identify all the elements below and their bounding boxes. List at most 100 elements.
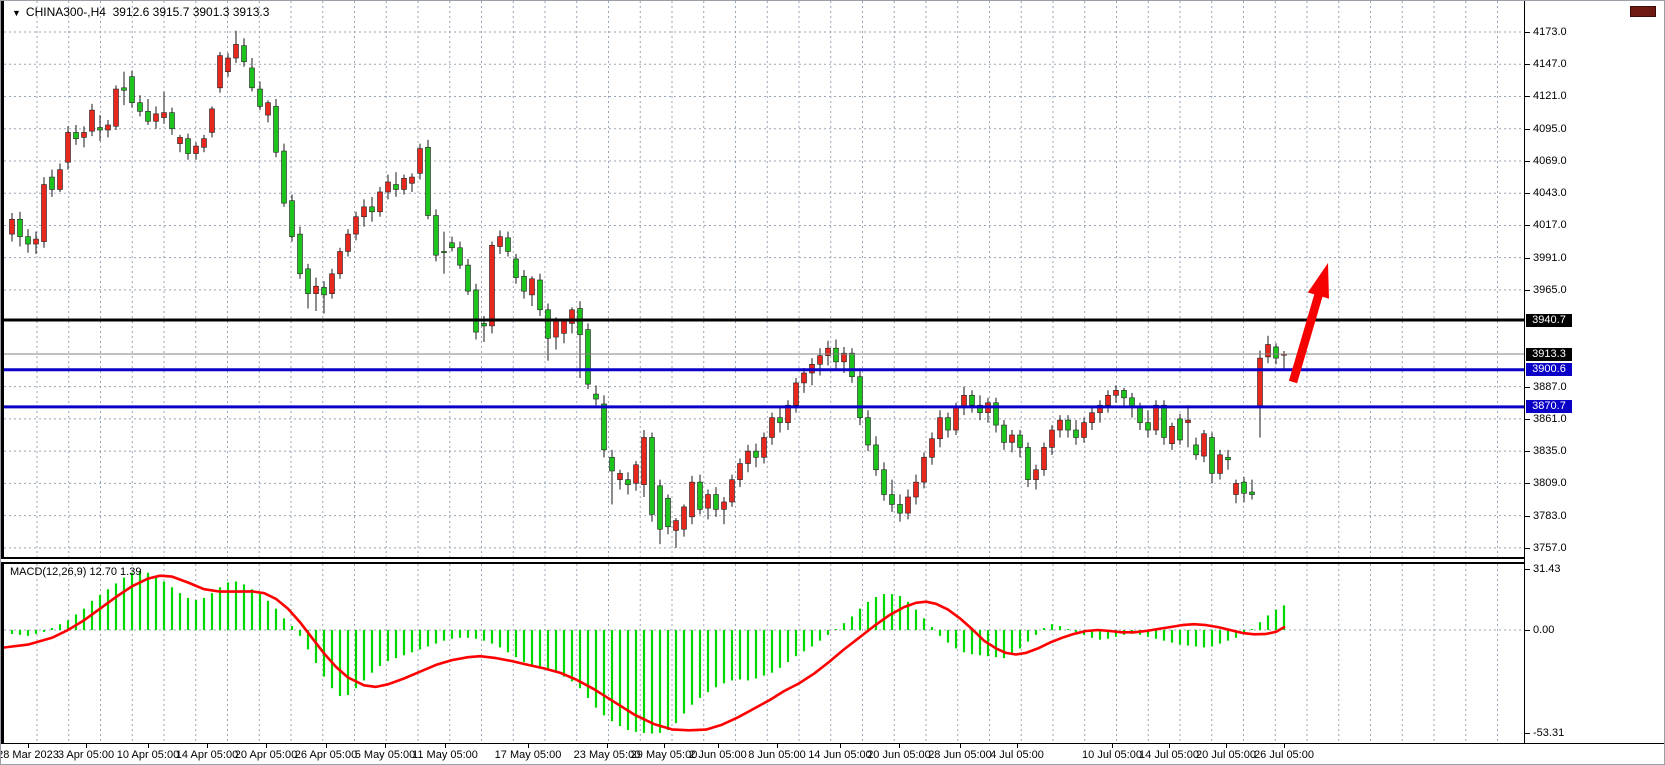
candle-bullish — [1106, 395, 1111, 405]
candle-bearish — [850, 353, 855, 377]
candle-bearish — [1066, 420, 1071, 430]
time-label: 26 Apr 05:00 — [295, 749, 357, 761]
candle-bullish — [1058, 420, 1063, 430]
candle-bullish — [178, 137, 183, 143]
candle-bearish — [282, 151, 287, 203]
axis-tick — [1525, 96, 1530, 97]
candle-bullish — [378, 192, 383, 212]
candle-bullish — [730, 480, 735, 502]
time-tick — [86, 744, 87, 748]
time-tick — [1169, 744, 1170, 748]
time-tick — [899, 744, 900, 748]
candle-bullish — [314, 286, 319, 293]
candle-bearish — [874, 445, 879, 470]
time-label: 20 Jul 05:00 — [1196, 749, 1256, 761]
candle-bullish — [1050, 430, 1055, 447]
candle-bearish — [538, 280, 543, 310]
axis-tick — [1525, 733, 1530, 734]
candle-bearish — [1146, 423, 1151, 430]
candle-bearish — [434, 216, 439, 256]
candle-bullish — [906, 497, 911, 513]
corner-marker — [1630, 6, 1656, 17]
candle-bullish — [42, 185, 47, 242]
candle-bullish — [802, 373, 807, 383]
up-arrow-annotation[interactable] — [1289, 263, 1329, 383]
candle-bullish — [738, 464, 743, 480]
candle-bullish — [58, 170, 63, 190]
candle-bullish — [330, 274, 335, 294]
axis-tick — [1525, 129, 1530, 130]
time-tick — [148, 744, 149, 748]
macd-indicator-panel[interactable]: MACD(12,26,9) 12.70 1.39 — [1, 564, 1524, 743]
candle-bullish — [386, 182, 391, 192]
candle-bullish — [818, 356, 823, 365]
axis-tick — [1525, 290, 1530, 291]
macd-axis-label: 31.43 — [1533, 563, 1561, 575]
time-tick — [1284, 744, 1285, 748]
time-label: 28 Jun 05:00 — [928, 749, 992, 761]
candle-bearish — [170, 113, 175, 129]
candle-bearish — [1162, 405, 1167, 437]
candle-bearish — [890, 495, 895, 505]
candle-bearish — [1226, 457, 1231, 459]
time-label: 14 Jul 05:00 — [1139, 749, 1199, 761]
candle-bullish — [202, 139, 207, 148]
candle-bearish — [138, 103, 143, 112]
candle-bullish — [682, 507, 687, 529]
axis-tick — [1525, 569, 1530, 570]
time-tick — [28, 744, 29, 748]
candle-bullish — [706, 495, 711, 509]
candle-bearish — [1194, 445, 1199, 455]
time-tick — [207, 744, 208, 748]
time-tick — [326, 744, 327, 748]
candle-bearish — [506, 238, 511, 252]
time-label: 20 Jun 05:00 — [867, 749, 931, 761]
candle-bearish — [610, 457, 615, 471]
candle-bullish — [770, 418, 775, 438]
candle-bearish — [370, 207, 375, 212]
price-axis[interactable]: 4173.04147.04121.04095.04069.04043.04017… — [1524, 1, 1665, 743]
time-tick — [718, 744, 719, 748]
candle-bullish — [410, 177, 415, 183]
candle-bearish — [122, 88, 127, 90]
candle-bearish — [466, 265, 471, 291]
ohlc-values: 3912.6 3915.7 3901.3 3913.3 — [113, 5, 270, 19]
symbol-period-label: CHINA300-,H4 — [26, 5, 106, 19]
price-tick-label: 3783.0 — [1533, 510, 1567, 522]
candle-bullish — [226, 58, 231, 72]
candle-bullish — [162, 113, 167, 118]
axis-tick — [1525, 451, 1530, 452]
candle-bullish — [930, 439, 935, 458]
candle-bearish — [1250, 492, 1255, 494]
candle-bullish — [634, 465, 639, 484]
price-tick-label: 3757.0 — [1533, 542, 1567, 554]
macd-chart[interactable] — [4, 564, 1524, 743]
candle-bullish — [642, 437, 647, 484]
candle-bearish — [1178, 419, 1183, 440]
candle-bearish — [274, 106, 279, 152]
price-tick-label: 3835.0 — [1533, 445, 1567, 457]
axis-tick — [1525, 64, 1530, 65]
price-chart[interactable] — [4, 1, 1524, 558]
time-label: 3 Apr 05:00 — [58, 749, 114, 761]
candle-bearish — [834, 348, 839, 362]
candle-bearish — [1210, 437, 1215, 473]
candle-bullish — [554, 320, 559, 337]
candle-bullish — [794, 383, 799, 405]
price-chart-panel[interactable]: ▼ CHINA300-,H4 3912.6 3915.7 3901.3 3913.… — [1, 1, 1524, 558]
price-badge-3900.6: 3900.6 — [1526, 363, 1572, 376]
chevron-down-icon[interactable]: ▼ — [12, 8, 21, 18]
time-tick — [266, 744, 267, 748]
time-label: 10 Jul 05:00 — [1082, 749, 1142, 761]
macd-axis-label: 0.00 — [1533, 624, 1554, 636]
candle-bearish — [26, 237, 31, 244]
chart-title: ▼ CHINA300-,H4 3912.6 3915.7 3901.3 3913.… — [12, 5, 269, 19]
time-axis[interactable]: 28 Mar 20233 Apr 05:0010 Apr 05:0014 Apr… — [1, 743, 1665, 765]
candle-bearish — [394, 185, 399, 190]
candle-bearish — [290, 201, 295, 237]
panel-separator[interactable] — [1, 557, 1524, 564]
price-tick-label: 3991.0 — [1533, 252, 1567, 264]
time-tick — [385, 744, 386, 748]
axis-tick — [1525, 32, 1530, 33]
candle-bearish — [130, 77, 135, 103]
